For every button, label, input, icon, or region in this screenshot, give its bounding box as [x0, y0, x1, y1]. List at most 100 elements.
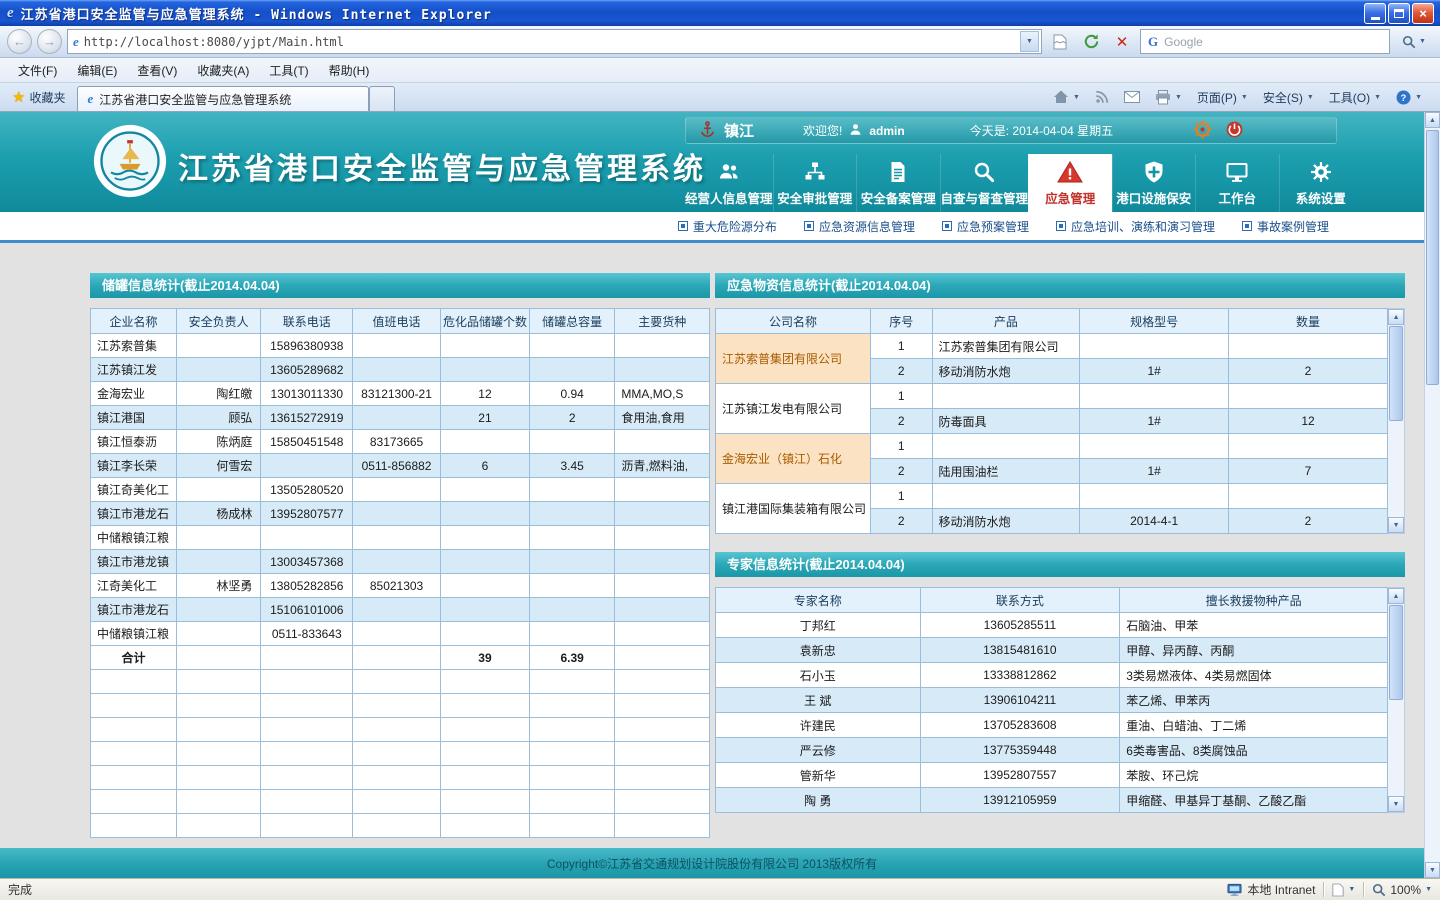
tank-header-row: 企业名称安全负责人联系电话值班电话危化品储罐个数储罐总容量主要货种 — [91, 309, 710, 334]
menu-help[interactable]: 帮助(H) — [319, 59, 380, 82]
nav-item-label: 自查与督查管理 — [941, 188, 1029, 207]
browser-tab[interactable]: e 江苏省港口安全监管与应急管理系统 — [77, 86, 369, 111]
logout-icon[interactable] — [1225, 120, 1244, 142]
gear-icon — [1309, 159, 1333, 185]
address-dropdown[interactable]: ▼ — [1020, 31, 1039, 52]
scroll-down-button[interactable]: ▼ — [1425, 862, 1440, 878]
compatibility-view-button[interactable] — [1047, 29, 1073, 55]
page-icon: e — [73, 34, 79, 50]
nav-item-3[interactable]: 安全备案管理 — [856, 154, 940, 212]
security-zone: 本地 Intranet — [1227, 881, 1315, 898]
new-tab-button[interactable] — [369, 86, 395, 111]
help-button[interactable]: ?▼ — [1390, 87, 1428, 108]
nav-item-6[interactable]: 港口设施保安 — [1112, 154, 1196, 212]
feeds-button[interactable] — [1089, 87, 1115, 107]
subnav-item-4[interactable]: 应急培训、演练和演习管理 — [1056, 218, 1215, 235]
intranet-icon — [1227, 883, 1242, 897]
close-button[interactable]: × — [1412, 3, 1434, 24]
zone-label: 本地 Intranet — [1247, 881, 1315, 898]
experts-scrollbar[interactable]: ▲ ▼ — [1388, 587, 1405, 813]
subnav-item-3[interactable]: 应急预案管理 — [942, 218, 1029, 235]
nav-item-5[interactable]: 应急管理 — [1028, 154, 1112, 212]
search-box[interactable]: G Google — [1140, 29, 1390, 54]
nav-item-2[interactable]: 安全审批管理 — [773, 154, 857, 212]
orgchart-icon — [803, 159, 827, 185]
tools-menu-button[interactable]: 工具(O)▼ — [1323, 86, 1387, 109]
scroll-up-button[interactable]: ▲ — [1388, 588, 1404, 604]
subnav-item-1[interactable]: 重大危险源分布 — [678, 218, 777, 235]
column-header: 产品 — [932, 309, 1080, 334]
tools-menu-label: 工具(O) — [1329, 89, 1370, 106]
nav-item-label: 安全审批管理 — [777, 188, 852, 207]
home-button[interactable]: ▼ — [1047, 86, 1086, 108]
supplies-scrollbar[interactable]: ▲ ▼ — [1388, 308, 1405, 534]
page-header: 江苏省港口安全监管与应急管理系统 镇江 欢迎您! admin 今天是: 2014… — [0, 112, 1424, 212]
menu-favorites[interactable]: 收藏夹(A) — [187, 59, 259, 82]
tank-row: 金海宏业陶红皦1301301133083121300-21120.94MMA,M… — [91, 382, 710, 406]
scroll-down-button[interactable]: ▼ — [1388, 517, 1404, 533]
page-scrollbar[interactable]: ▲ ▼ — [1424, 112, 1440, 878]
page-menu-button[interactable]: 页面(P)▼ — [1191, 86, 1254, 109]
helm-icon[interactable] — [1192, 119, 1213, 143]
search-icon — [1402, 35, 1416, 49]
column-header: 规格型号 — [1080, 309, 1229, 334]
safety-menu-label: 安全(S) — [1263, 89, 1303, 106]
favorites-star-icon[interactable]: ★ — [12, 88, 25, 106]
scroll-down-button[interactable]: ▼ — [1388, 796, 1404, 812]
scroll-up-button[interactable]: ▲ — [1388, 309, 1404, 325]
protected-mode-button[interactable]: ▼ — [1332, 883, 1355, 897]
nav-item-4[interactable]: 自查与督查管理 — [940, 154, 1029, 212]
column-header: 数量 — [1228, 309, 1387, 334]
tank-row: 镇江市港龙石15106101006 — [91, 598, 710, 622]
today-value: 2014-04-04 星期五 — [1012, 124, 1113, 138]
column-header: 公司名称 — [716, 309, 871, 334]
safety-menu-button[interactable]: 安全(S)▼ — [1257, 86, 1320, 109]
subnav-item-2[interactable]: 应急资源信息管理 — [804, 218, 915, 235]
scroll-track[interactable] — [1425, 128, 1440, 862]
search-button[interactable]: ▼ — [1395, 29, 1433, 55]
menu-tools[interactable]: 工具(T) — [259, 59, 318, 82]
window-titlebar[interactable]: e 江苏省港口安全监管与应急管理系统 - Windows Internet Ex… — [0, 0, 1440, 26]
svg-text:?: ? — [1401, 92, 1407, 102]
page-menu-label: 页面(P) — [1197, 89, 1237, 106]
scroll-thumb[interactable] — [1426, 130, 1439, 385]
menu-view[interactable]: 查看(V) — [127, 59, 187, 82]
google-logo-icon: G — [1148, 34, 1158, 50]
stop-button[interactable]: ✕ — [1109, 29, 1135, 55]
column-header: 安全负责人 — [176, 309, 260, 334]
zoom-control[interactable]: 100%▼ — [1372, 883, 1432, 897]
nav-item-8[interactable]: 系统设置 — [1279, 154, 1363, 212]
nav-item-label: 港口设施保安 — [1116, 188, 1191, 207]
print-button[interactable]: ▼ — [1149, 87, 1188, 108]
minimize-button[interactable] — [1364, 3, 1386, 24]
maximize-button[interactable] — [1388, 3, 1410, 24]
scroll-thumb[interactable] — [1389, 605, 1403, 700]
page-viewport: 江苏省港口安全监管与应急管理系统 镇江 欢迎您! admin 今天是: 2014… — [0, 112, 1440, 878]
subnav-item-5[interactable]: 事故案例管理 — [1242, 218, 1329, 235]
refresh-button[interactable] — [1078, 29, 1104, 55]
supplies-row: 金海宏业（镇江）石化1 — [716, 434, 1388, 459]
nav-item-1[interactable]: 经营人信息管理 — [685, 154, 773, 212]
city-label: 镇江 — [724, 120, 754, 141]
back-button[interactable]: ← — [7, 29, 32, 54]
tank-stats-panel: 储罐信息统计(截止2014.04.04) 企业名称安全负责人联系电话值班电话危化… — [90, 273, 710, 838]
company-cell: 江苏镇江发电有限公司 — [716, 384, 871, 434]
forward-button[interactable]: → — [37, 29, 62, 54]
empty-row — [91, 790, 710, 814]
scroll-track[interactable] — [1388, 325, 1404, 517]
menu-file[interactable]: 文件(F) — [8, 59, 67, 82]
expert-row: 陶 勇13912105959甲缩醛、甲基异丁基酮、乙酸乙酯 — [716, 788, 1388, 813]
favorites-button[interactable]: 收藏夹 — [29, 89, 65, 106]
address-bar[interactable]: e http://localhost:8080/yjpt/Main.html ▼ — [67, 29, 1042, 54]
compatibility-icon — [1053, 34, 1067, 50]
today-label: 今天是: — [970, 124, 1009, 138]
supplies-panel-title: 应急物资信息统计(截止2014.04.04) — [715, 273, 1405, 298]
nav-item-7[interactable]: 工作台 — [1195, 154, 1279, 212]
scroll-track[interactable] — [1388, 604, 1404, 796]
scroll-thumb[interactable] — [1389, 326, 1403, 421]
column-header: 储罐总容量 — [529, 309, 614, 334]
scroll-up-button[interactable]: ▲ — [1425, 112, 1440, 128]
expert-row: 丁邦红13605285511石脑油、甲苯 — [716, 613, 1388, 638]
menu-edit[interactable]: 编辑(E) — [67, 59, 127, 82]
read-mail-button[interactable] — [1118, 88, 1146, 106]
